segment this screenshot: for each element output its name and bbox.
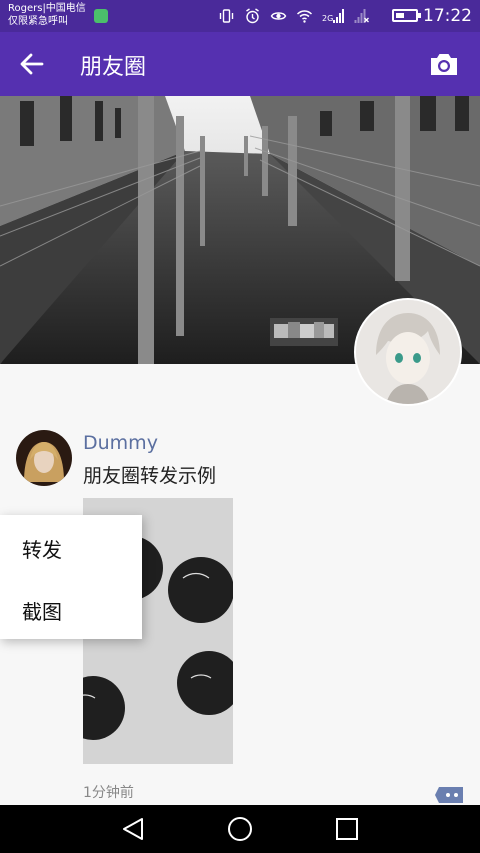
page-title: 朋友圈 [80,55,147,80]
app-bar: 朋友圈 [0,32,480,96]
context-menu: 转发 截图 [0,515,142,639]
post-time: 1分钟前 [83,785,134,801]
alarm-icon [246,8,259,24]
signal-bars-icon [333,9,344,23]
camera-button[interactable] [428,48,460,80]
app-notification-icon [94,9,108,23]
post-text: 朋友圈转发示例 [83,465,217,487]
no-signal-icon [354,9,369,23]
author-name[interactable]: Dummy [83,432,158,454]
back-button[interactable] [14,46,50,82]
nav-back-icon[interactable] [120,815,148,843]
carrier-line-1: Rogers|中国电信 [8,3,86,14]
author-avatar[interactable] [16,430,72,486]
carrier-line-2: 仅限紧急呼叫 [8,16,68,27]
nav-recents-icon[interactable] [333,815,361,843]
menu-item-forward[interactable]: 转发 [22,534,62,563]
menu-item-screenshot[interactable]: 截图 [22,596,62,625]
vibrate-icon [219,9,234,23]
carrier-info: Rogers|中国电信 仅限紧急呼叫 [8,2,86,28]
status-time: 17:22 [423,6,472,26]
battery-tip [418,13,421,18]
cell-signal-2g: 2G [322,8,344,24]
navigation-bar [0,805,480,853]
nav-home-icon[interactable] [226,815,254,843]
status-icons: 2G [218,8,370,24]
eye-icon [270,12,287,20]
wifi-icon [296,10,313,23]
battery-icon [392,9,418,22]
comment-button[interactable] [435,785,465,805]
blurred-username [270,318,338,346]
status-bar: Rogers|中国电信 仅限紧急呼叫 2G 17:22 [0,0,480,32]
profile-avatar[interactable] [354,298,462,406]
